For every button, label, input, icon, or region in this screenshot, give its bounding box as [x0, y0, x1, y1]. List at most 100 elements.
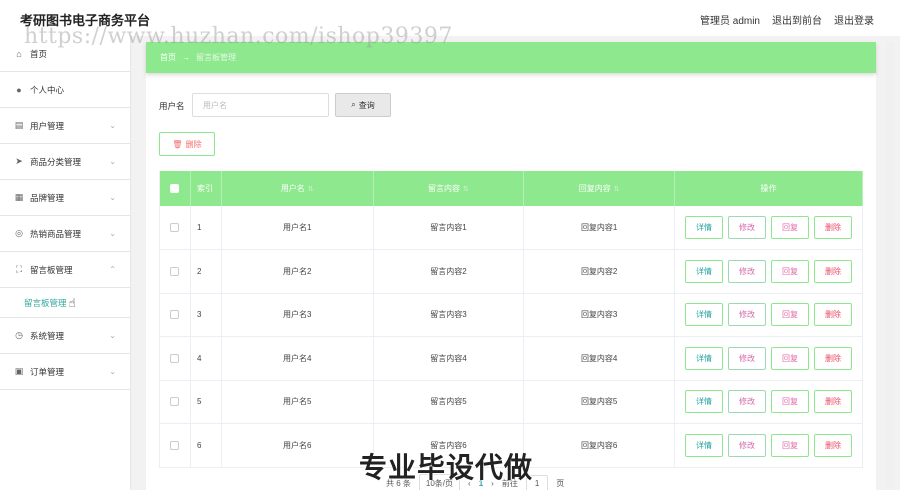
header-username[interactable]: 用户名 ⇅ [221, 171, 374, 206]
row-reply: 回复内容5 [523, 380, 676, 424]
header-content[interactable]: 留言内容 ⇅ [373, 171, 525, 206]
row-index: 1 [190, 206, 222, 250]
delete-button[interactable]: 删除 [814, 346, 852, 370]
main-content: 首页 → 留言板管理 用户名 ⌕ 查询 🗑 删除 索引 用户名⇅ 留言内容⇅ 回… [146, 42, 876, 490]
search-icon: ⌕ [351, 100, 356, 109]
row-index: 3 [190, 293, 222, 337]
search-label: 用户名 [159, 101, 185, 111]
row-content: 留言内容3 [373, 293, 525, 337]
sidebar-item-messages[interactable]: ⛶ 留言板管理 ⌃ [0, 252, 130, 288]
row-checkbox[interactable] [170, 353, 180, 363]
sidebar-subitem-label: 留言板管理 [24, 297, 67, 308]
reply-button[interactable]: 回复 [771, 259, 809, 283]
reply-button[interactable]: 回复 [771, 216, 809, 239]
row-checkbox[interactable] [170, 440, 180, 450]
edit-button[interactable]: 修改 [728, 433, 766, 457]
row-actions: 详情 修改 回复 删除 [674, 206, 863, 250]
admin-label: 管理员 admin [699, 16, 760, 27]
grid-icon: ▦ [14, 192, 24, 202]
row-checkbox[interactable] [170, 223, 180, 233]
detail-button[interactable]: 详情 [685, 346, 723, 370]
sidebar-item-label: 品牌管理 [30, 192, 65, 203]
delete-button-label: 删除 [185, 139, 202, 149]
search-button[interactable]: ⌕ 查询 [335, 93, 391, 117]
table-row: 4 用户名4 留言内容4 回复内容4 详情 修改 回复 删除 [159, 336, 863, 381]
sidebar-item-label: 首页 [30, 48, 48, 59]
sidebar-item-label: 留言板管理 [30, 264, 73, 275]
reply-button[interactable]: 回复 [771, 433, 809, 457]
sidebar-item-users[interactable]: ▤ 用户管理 ⌄ [0, 108, 130, 144]
sort-icon: ⇅ [463, 186, 469, 193]
row-select-cell [159, 336, 191, 381]
chevron-down-icon: ⌄ [109, 367, 116, 376]
table-header-row: 索引 用户名 ⇅ 留言内容 ⇅ 回复内容 ⇅ 操作 [159, 171, 863, 206]
row-username: 用户名2 [221, 249, 374, 294]
page-unit-label: 页 [556, 479, 565, 488]
edit-button[interactable]: 修改 [728, 216, 766, 239]
delete-button[interactable]: 删除 [814, 390, 852, 414]
select-all-cell [159, 171, 191, 206]
row-index: 2 [190, 249, 222, 294]
search-button-label: 查询 [358, 100, 375, 110]
select-all-checkbox[interactable] [170, 184, 180, 194]
row-checkbox[interactable] [170, 266, 180, 276]
detail-button[interactable]: 详情 [685, 259, 723, 283]
sidebar-item-home[interactable]: ⌂ 首页 [0, 36, 130, 72]
logout-link[interactable]: 退出登录 [834, 12, 874, 27]
sort-icon: ⇅ [613, 186, 620, 193]
reply-button[interactable]: 回复 [771, 346, 809, 370]
delete-button[interactable]: 删除 [814, 259, 852, 283]
detail-button[interactable]: 详情 [685, 303, 723, 327]
send-icon: ➤ [15, 156, 23, 166]
sidebar-item-label: 热销商品管理 [30, 228, 82, 239]
back-to-front-link[interactable]: 退出到前台 [772, 12, 822, 27]
table-row: 5 用户名5 留言内容5 回复内容5 详情 修改 回复 删除 [159, 380, 863, 424]
frame-icon: ⛶ [15, 264, 23, 274]
search-input[interactable] [192, 93, 329, 117]
row-checkbox[interactable] [170, 310, 180, 320]
row-username: 用户名1 [221, 206, 374, 250]
sidebar-item-label: 用户管理 [30, 120, 65, 131]
chevron-down-icon: ⌄ [109, 331, 116, 340]
sidebar-subitem-messages[interactable]: 留言板管理 ☝ [0, 288, 130, 318]
row-index: 6 [190, 423, 222, 468]
delete-button[interactable]: 删除 [814, 433, 852, 457]
reply-button[interactable]: 回复 [771, 303, 809, 327]
sidebar-item-label: 个人中心 [30, 84, 65, 95]
batch-delete-button[interactable]: 🗑 删除 [159, 132, 215, 156]
row-username: 用户名3 [221, 293, 374, 337]
sidebar-item-hot-products[interactable]: ◎ 热销商品管理 ⌄ [0, 216, 130, 252]
sidebar-item-profile[interactable]: ● 个人中心 [0, 72, 130, 108]
edit-button[interactable]: 修改 [728, 303, 766, 327]
row-checkbox[interactable] [170, 397, 180, 407]
row-reply: 回复内容1 [523, 206, 676, 250]
top-bar: 考研图书电子商务平台 管理员 admin 退出到前台 退出登录 [0, 0, 900, 36]
detail-button[interactable]: 详情 [685, 216, 723, 239]
scrollbar[interactable] [886, 42, 894, 490]
sidebar-item-system[interactable]: ◷ 系统管理 ⌄ [0, 318, 130, 354]
row-select-cell [159, 206, 191, 250]
sidebar-item-category[interactable]: ➤ 商品分类管理 ⌄ [0, 144, 130, 180]
sidebar-item-orders[interactable]: ▣ 订单管理 ⌄ [0, 354, 130, 390]
edit-button[interactable]: 修改 [728, 390, 766, 414]
edit-button[interactable]: 修改 [728, 346, 766, 370]
row-actions: 详情 修改 回复 删除 [674, 380, 863, 424]
header-reply[interactable]: 回复内容 ⇅ [523, 171, 676, 206]
row-index: 4 [190, 336, 222, 381]
sidebar: ⌂ 首页 ● 个人中心 ▤ 用户管理 ⌄ ➤ 商品分类管理 ⌄ ▦ 品牌管理 ⌄… [0, 36, 131, 490]
breadcrumb-home[interactable]: 首页 [160, 52, 176, 63]
row-reply: 回复内容3 [523, 293, 676, 337]
table-row: 1 用户名1 留言内容1 回复内容1 详情 修改 回复 删除 [159, 206, 863, 250]
reply-button[interactable]: 回复 [771, 390, 809, 414]
table-row: 2 用户名2 留言内容2 回复内容2 详情 修改 回复 删除 [159, 249, 863, 294]
detail-button[interactable]: 详情 [685, 433, 723, 457]
row-reply: 回复内容2 [523, 249, 676, 294]
row-actions: 详情 修改 回复 删除 [674, 293, 863, 337]
edit-button[interactable]: 修改 [728, 259, 766, 283]
delete-button[interactable]: 删除 [814, 216, 852, 239]
sidebar-item-brand[interactable]: ▦ 品牌管理 ⌄ [0, 180, 130, 216]
header-content-label: 留言内容 [428, 184, 461, 193]
delete-button[interactable]: 删除 [814, 303, 852, 327]
detail-button[interactable]: 详情 [685, 390, 723, 414]
sort-icon: ⇅ [307, 186, 314, 193]
